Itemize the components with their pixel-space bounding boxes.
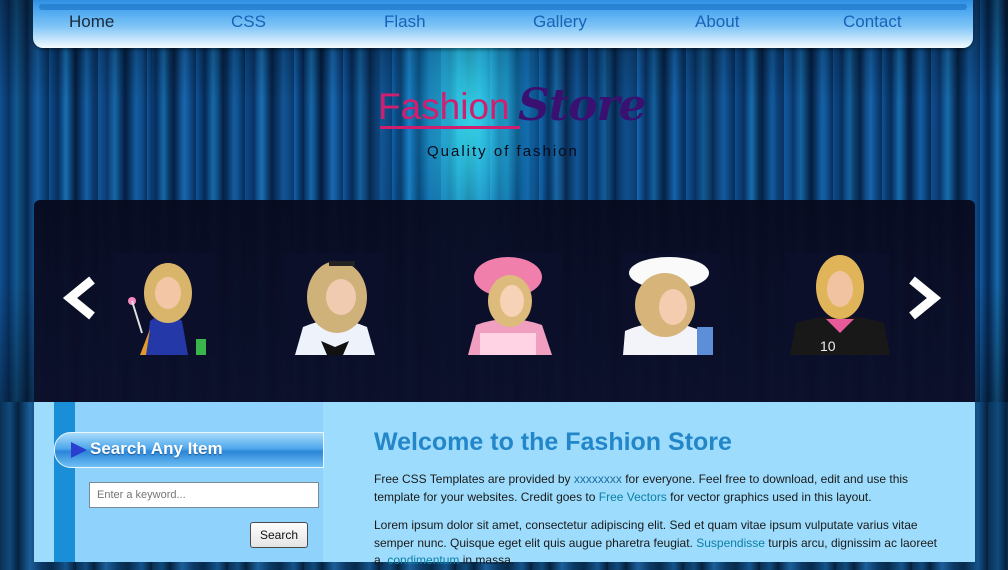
top-navigation: Home CSS Flash Gallery About Contact bbox=[33, 0, 973, 48]
model-image-icon: 10 bbox=[790, 253, 890, 355]
slider-thumbnail-5[interactable]: 10 bbox=[790, 253, 890, 355]
svg-text:10: 10 bbox=[820, 338, 836, 354]
slider-thumbnail-4[interactable] bbox=[621, 253, 721, 355]
lorem-text-3: in massa. bbox=[459, 553, 515, 567]
nav-highlight bbox=[39, 4, 967, 10]
intro-text-1: Free CSS Templates are provided by bbox=[374, 472, 574, 486]
slider-thumbnail-1[interactable] bbox=[116, 253, 216, 355]
search-panel-header: Search Any Item bbox=[54, 432, 324, 468]
free-vectors-link[interactable]: Free Vectors bbox=[599, 490, 667, 504]
logo-word-fashion: Fashion bbox=[378, 86, 510, 127]
logo-tagline: Quality of fashion bbox=[427, 143, 579, 160]
suspendisse-link[interactable]: Suspendisse bbox=[696, 536, 765, 550]
content-area: Search Any Item Search Welcome to the Fa… bbox=[34, 402, 975, 567]
nav-contact[interactable]: Contact bbox=[843, 12, 902, 32]
sidebar-strip bbox=[54, 402, 75, 562]
intro-text-3: for vector graphics used in this layout. bbox=[666, 489, 872, 504]
page-title: Welcome to the Fashion Store bbox=[374, 428, 732, 456]
nav-about[interactable]: About bbox=[695, 12, 739, 32]
chevron-left-icon[interactable] bbox=[60, 276, 100, 320]
nav-gallery[interactable]: Gallery bbox=[533, 12, 587, 32]
logo-word-store: Store bbox=[518, 80, 647, 131]
slider-thumbnail-3[interactable] bbox=[462, 253, 562, 355]
product-slider: 10 bbox=[34, 200, 975, 402]
slider-thumbnail-2[interactable] bbox=[285, 253, 385, 355]
model-image-icon bbox=[462, 253, 562, 355]
nav-css[interactable]: CSS bbox=[231, 12, 266, 32]
search-panel-title: Search Any Item bbox=[90, 439, 223, 458]
intro-paragraph: Free CSS Templates are provided by xxxxx… bbox=[374, 471, 944, 506]
model-image-icon bbox=[621, 253, 721, 355]
search-input[interactable] bbox=[89, 482, 319, 508]
condimentum-link[interactable]: condimentum bbox=[387, 553, 459, 567]
logo-underline bbox=[380, 126, 520, 129]
nav-flash[interactable]: Flash bbox=[384, 12, 426, 32]
chevron-right-icon[interactable] bbox=[904, 276, 944, 320]
model-image-icon bbox=[116, 253, 216, 355]
model-image-icon bbox=[285, 253, 385, 355]
search-button[interactable]: Search bbox=[250, 522, 308, 548]
play-arrow-icon bbox=[71, 442, 87, 458]
provider-link[interactable]: xxxxxxxx bbox=[574, 472, 622, 486]
nav-home[interactable]: Home bbox=[69, 12, 114, 32]
site-logo[interactable]: Fashion Store Quality of fashion bbox=[378, 80, 647, 162]
